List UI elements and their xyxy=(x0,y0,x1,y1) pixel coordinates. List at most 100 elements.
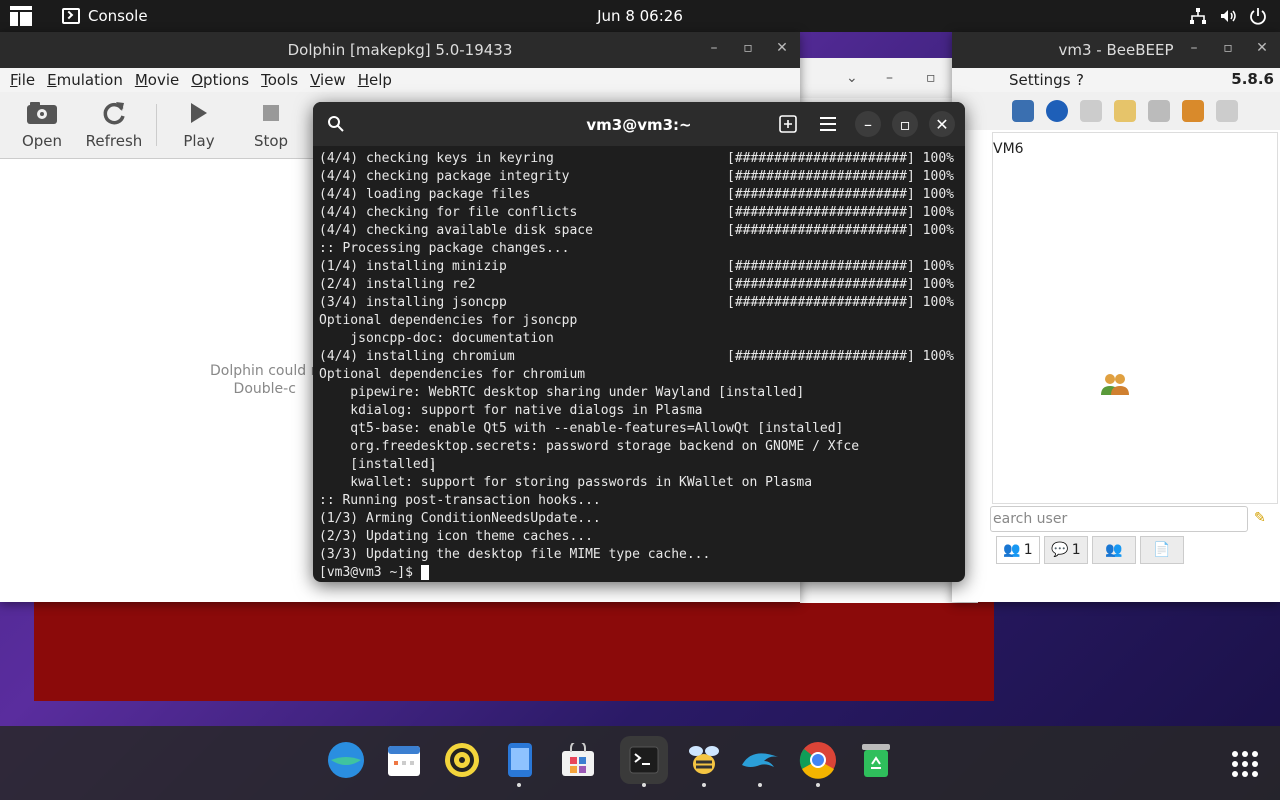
home-icon[interactable] xyxy=(1080,100,1102,122)
beebeep-window[interactable]: vm3 - BeeBEEP – ▫ ✕ Settings ? 5.8.6 VM6… xyxy=(952,32,1280,602)
terminal-line: (4/4) checking available disk space [####… xyxy=(319,222,955,240)
beebeep-icon[interactable] xyxy=(684,740,724,780)
users-avatar-icon xyxy=(1100,372,1130,402)
terminal-line-text: (3/3) Updating the desktop file MIME typ… xyxy=(319,547,711,562)
edit-icon[interactable] xyxy=(1114,100,1136,122)
network-icon[interactable] xyxy=(1188,6,1208,26)
progress-bar-text: [######################] 100% xyxy=(727,205,954,220)
volume-icon[interactable] xyxy=(1218,6,1238,26)
dolphin-menubar: File Emulation Movie Options Tools View … xyxy=(0,68,800,92)
minimize-icon[interactable]: – xyxy=(886,70,893,86)
minimize-icon[interactable]: – xyxy=(1184,40,1204,56)
tab-shares[interactable]: 📄 xyxy=(1140,536,1184,564)
calendar-icon[interactable] xyxy=(384,740,424,780)
terminal-line-text: qt5-base: enable Qt5 with --enable-featu… xyxy=(319,421,844,436)
maximize-icon[interactable]: ▫ xyxy=(738,40,758,56)
plugin-icon[interactable] xyxy=(1148,100,1170,122)
maximize-icon[interactable]: ▫ xyxy=(926,70,936,86)
menu-help[interactable]: ? xyxy=(1076,71,1084,89)
tab-users-count: 1 xyxy=(1023,542,1033,558)
clock[interactable]: Jun 8 06:26 xyxy=(0,7,1280,25)
menu-options[interactable]: Options xyxy=(185,71,255,89)
new-tab-icon[interactable] xyxy=(775,111,801,137)
terminal-line-text: :: Processing package changes... xyxy=(319,241,570,256)
terminal-line: (4/4) checking for file conflicts [######… xyxy=(319,204,955,222)
toolbar-divider xyxy=(156,104,157,146)
dock xyxy=(0,726,1280,800)
open-button[interactable]: Open xyxy=(6,92,78,158)
maximize-icon[interactable]: ▫ xyxy=(892,111,918,137)
dolphin-icon[interactable] xyxy=(740,740,780,780)
beebeep-menubar: Settings ? 5.8.6 xyxy=(952,68,1280,92)
stop-button[interactable]: Stop xyxy=(235,92,307,158)
close-icon[interactable]: ✕ xyxy=(772,40,792,56)
play-button[interactable]: Play xyxy=(163,92,235,158)
terminal-line-text: [installed] xyxy=(319,457,437,472)
terminal-line-text: pipewire: WebRTC desktop sharing under W… xyxy=(319,385,805,400)
recycle-icon[interactable] xyxy=(856,740,896,780)
user-list-item[interactable]: VM6 xyxy=(993,141,1024,157)
user-list[interactable]: VM6 xyxy=(992,132,1278,504)
open-icon xyxy=(26,100,58,126)
menu-icon[interactable] xyxy=(815,111,841,137)
update-icon[interactable] xyxy=(1182,100,1204,122)
power-icon[interactable] xyxy=(1248,6,1268,26)
terminal-line-text: kdialog: support for native dialogs in P… xyxy=(319,403,703,418)
terminal-icon[interactable] xyxy=(620,736,668,784)
terminal-line: (3/4) installing jsoncpp [###############… xyxy=(319,294,955,312)
minimize-icon[interactable]: – xyxy=(704,40,724,56)
terminal-line-text: (4/4) loading package files xyxy=(319,187,531,202)
phone-icon[interactable] xyxy=(500,740,540,780)
close-icon[interactable]: ✕ xyxy=(929,111,955,137)
minimize-icon[interactable]: – xyxy=(855,111,881,137)
terminal-line: :: Processing package changes... xyxy=(319,240,955,258)
terminal-line: kdialog: support for native dialogs in P… xyxy=(319,402,955,420)
tab-users[interactable]: 👥 1 xyxy=(996,536,1040,564)
trash-icon[interactable] xyxy=(1216,100,1238,122)
dolphin-title: Dolphin [makepkg] 5.0-19433 xyxy=(287,41,513,59)
menu-view[interactable]: View xyxy=(304,71,352,89)
terminal-prompt-line[interactable]: [vm3@vm3 ~]$ xyxy=(319,564,955,580)
settings-tool-icon[interactable] xyxy=(1012,100,1034,122)
running-indicator xyxy=(642,783,646,787)
tab-chats[interactable]: 💬 1 xyxy=(1044,536,1088,564)
chevron-down-icon[interactable]: ⌄ xyxy=(846,70,858,86)
menu-settings[interactable]: Settings xyxy=(1009,71,1071,89)
group-icon: 👥 xyxy=(1105,542,1123,558)
terminal-line: jsoncpp-doc: documentation xyxy=(319,330,955,348)
clear-search-icon[interactable]: ✎ xyxy=(1254,510,1266,526)
software-icon[interactable] xyxy=(558,740,598,780)
app-grid-icon[interactable] xyxy=(1232,751,1258,777)
close-icon[interactable]: ✕ xyxy=(1252,40,1272,56)
tab-groups[interactable]: 👥 xyxy=(1092,536,1136,564)
chat-icon: 💬 xyxy=(1051,542,1069,558)
dolphin-titlebar: Dolphin [makepkg] 5.0-19433 – ▫ ✕ xyxy=(0,32,800,68)
progress-bar-text: [######################] 100% xyxy=(727,349,954,364)
search-user-input[interactable]: earch user xyxy=(990,506,1248,532)
terminal-line: pipewire: WebRTC desktop sharing under W… xyxy=(319,384,955,402)
broadcast-icon[interactable] xyxy=(1046,100,1068,122)
maximize-icon[interactable]: ▫ xyxy=(1218,40,1238,56)
play-label: Play xyxy=(183,132,215,150)
menu-file[interactable]: File xyxy=(4,71,41,89)
chrome-icon[interactable] xyxy=(798,740,838,780)
terminal-line-text: (3/4) installing jsoncpp xyxy=(319,295,507,310)
menu-emulation[interactable]: Emulation xyxy=(41,71,129,89)
system-tray[interactable] xyxy=(1188,6,1268,26)
menu-tools[interactable]: Tools xyxy=(255,71,304,89)
audio-icon[interactable] xyxy=(442,740,482,780)
terminal-output[interactable]: (4/4) checking keys in keyring [#########… xyxy=(319,150,955,580)
terminal-line-text: (4/4) checking keys in keyring xyxy=(319,151,554,166)
terminal-line: [installed] xyxy=(319,456,955,474)
empty-message-line1: Dolphin could n xyxy=(210,363,320,379)
empty-message-line2: Double-c xyxy=(233,381,296,397)
menu-help[interactable]: Help xyxy=(352,71,398,89)
terminal-line-text: kwallet: support for storing passwords i… xyxy=(319,475,813,490)
terminal-window[interactable]: vm3@vm3:~ – ▫ ✕ (4/4) checking keys in k… xyxy=(313,102,965,582)
refresh-label: Refresh xyxy=(85,132,143,150)
refresh-button[interactable]: Refresh xyxy=(78,92,150,158)
users-icon: 👥 xyxy=(1003,542,1021,558)
terminal-line: (1/4) installing minizip [###############… xyxy=(319,258,955,276)
browser-icon[interactable] xyxy=(326,740,366,780)
menu-movie[interactable]: Movie xyxy=(129,71,185,89)
